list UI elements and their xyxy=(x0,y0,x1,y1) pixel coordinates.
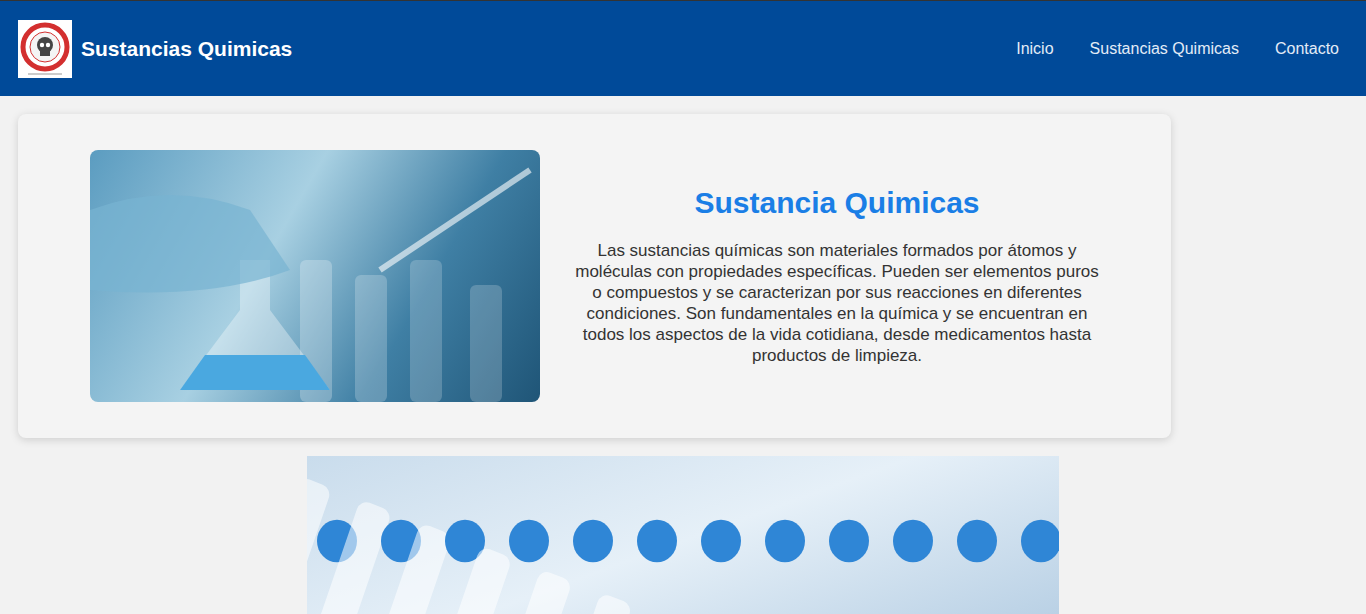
site-title[interactable]: Sustancias Quimicas xyxy=(81,37,292,61)
nav-link[interactable]: Contacto xyxy=(1275,40,1339,58)
nav-link[interactable]: Inicio xyxy=(1016,40,1053,58)
flask-icon xyxy=(90,150,540,402)
tubes-photo xyxy=(307,456,1059,614)
logo-icon[interactable] xyxy=(18,20,72,78)
nav: Inicio Sustancias Quimicas Contacto xyxy=(1016,40,1339,58)
hero-text: Sustancia Quimicas Las sustancias química… xyxy=(575,186,1099,366)
header: Sustancias Quimicas Inicio Sustancias Quim… xyxy=(0,0,1366,96)
lab-photo xyxy=(90,150,540,402)
hero-paragraph: Las sustancias químicas son materiales f… xyxy=(575,240,1099,366)
test-tubes-icon xyxy=(307,456,1059,614)
hero-heading: Sustancia Quimicas xyxy=(575,186,1099,220)
nav-link[interactable]: Sustancias Quimicas xyxy=(1090,40,1239,58)
page: Sustancias Quimicas Inicio Sustancias Quim… xyxy=(0,0,1366,614)
brand[interactable]: Sustancias Quimicas xyxy=(18,20,292,78)
hero-card: Sustancia Quimicas Las sustancias química… xyxy=(18,114,1171,438)
